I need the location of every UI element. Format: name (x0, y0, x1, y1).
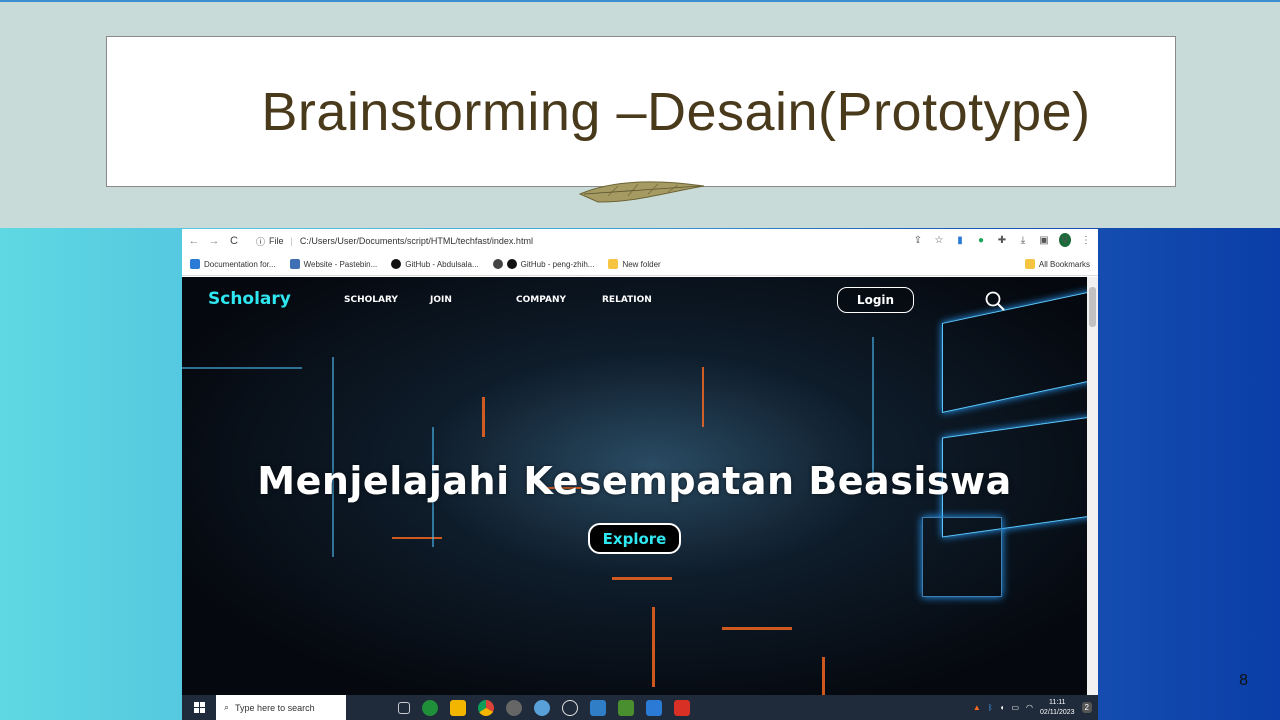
vscode-icon[interactable] (646, 699, 662, 716)
bookmark-item[interactable]: Documentation for... (190, 259, 276, 269)
extension-green-icon[interactable]: ● (975, 233, 987, 247)
light-streak (332, 357, 334, 557)
github-icon (506, 259, 517, 269)
taskbar-search[interactable]: ⌕ Type here to search (216, 695, 346, 720)
search-icon: ⌕ (224, 702, 230, 712)
bookmark-label: Documentation for... (204, 259, 276, 269)
all-bookmarks[interactable]: All Bookmarks (1024, 259, 1090, 269)
site-logo[interactable]: Scholary (208, 289, 291, 309)
light-streak (612, 577, 672, 580)
app-icon[interactable] (590, 699, 606, 716)
volume-icon[interactable]: ◖ (1000, 703, 1005, 712)
nav-link-join[interactable]: JOIN (430, 295, 516, 305)
taskbar-search-placeholder: Type here to search (235, 702, 315, 713)
forward-arrow-icon[interactable]: → (206, 235, 222, 247)
app-icon[interactable] (618, 699, 634, 716)
bookmark-label: GitHub - Abdulsala... (405, 259, 479, 269)
github-icon (391, 259, 402, 269)
holographic-panel (942, 291, 1087, 413)
clock-date: 02/11/2023 (1040, 708, 1075, 716)
feather-ornament-icon (578, 181, 705, 203)
folder-icon (608, 259, 619, 269)
clock[interactable]: 11:11 02/11/2023 (1040, 698, 1075, 718)
hero-section: Scholary SCHOLARY JOIN COMPANY RELATION … (182, 277, 1087, 695)
browser-toolbar: ← → C ⓘ File | C:/Users/User/Documents/s… (182, 229, 1098, 253)
bluetooth-icon[interactable]: ᛒ (988, 703, 993, 712)
nav-link-company[interactable]: COMPANY (516, 295, 602, 305)
windows-taskbar: ⌕ Type here to search ▲ ᛒ ◖ ▭ ◠ 11:11 02… (182, 695, 1098, 720)
browser-screenshot: ← → C ⓘ File | C:/Users/User/Documents/s… (182, 229, 1098, 720)
search-icon[interactable] (984, 290, 1006, 312)
file-explorer-icon[interactable] (450, 699, 466, 716)
folder-icon (1024, 259, 1035, 269)
bookmark-item[interactable]: Website - Pastebin... (289, 259, 378, 269)
info-icon[interactable]: ⓘ (256, 235, 265, 248)
slide-page-number: 8 (1239, 672, 1248, 689)
all-bookmarks-label: All Bookmarks (1038, 259, 1090, 269)
media-player-icon[interactable] (562, 699, 578, 716)
extension-doc-icon[interactable]: ▮ (954, 233, 966, 247)
wifi-icon[interactable]: ◠ (1026, 703, 1033, 712)
system-tray: ▲ ᛒ ◖ ▭ ◠ 11:11 02/11/2023 2 (973, 695, 1092, 720)
bookmark-label: Website - Pastebin... (303, 259, 378, 269)
profile-avatar[interactable]: V (1059, 233, 1071, 247)
scrollbar-thumb[interactable] (1089, 287, 1096, 327)
taskbar-apps (398, 699, 690, 716)
share-icon[interactable]: ⇪ (912, 233, 924, 247)
address-bar[interactable]: ⓘ File | C:/Users/User/Documents/script/… (250, 232, 539, 250)
chrome-icon[interactable] (478, 699, 494, 716)
whatsapp-icon[interactable] (422, 699, 438, 716)
sidepanel-icon[interactable]: ▣ (1038, 233, 1050, 247)
nav-link-relation[interactable]: RELATION (602, 295, 688, 305)
hero-heading: Menjelajahi Kesempatan Beasiswa (257, 459, 1012, 503)
bookmark-label: GitHub - peng-zhih... (520, 259, 595, 269)
light-streak (702, 367, 704, 427)
login-button[interactable]: Login (837, 287, 914, 313)
puzzle-icon[interactable]: ✚ (996, 233, 1008, 247)
bookmark-item[interactable]: New folder (608, 259, 661, 269)
globe-icon (492, 259, 503, 269)
light-streak (822, 657, 825, 695)
page-scrollbar[interactable] (1087, 277, 1098, 695)
slide-title: Brainstorming –Desain(Prototype) (261, 81, 1091, 142)
light-streak (652, 607, 655, 687)
browser-actions: ⇪ ☆ ▮ ● ✚ ⤓ ▣ V ⋮ (912, 233, 1092, 247)
acrobat-icon[interactable] (674, 699, 690, 716)
light-streak (182, 367, 302, 369)
nav-link-scholary[interactable]: SCHOLARY (344, 295, 430, 305)
start-button[interactable] (182, 702, 216, 713)
bookmarks-bar: Documentation for... Website - Pastebin.… (182, 253, 1098, 276)
task-view-icon[interactable] (398, 701, 410, 714)
url-separator: | (290, 236, 293, 246)
site-nav: SCHOLARY JOIN COMPANY RELATION (344, 295, 688, 305)
menu-icon[interactable]: ⋮ (1080, 233, 1092, 247)
download-icon[interactable]: ⤓ (1017, 233, 1029, 247)
bookmark-item[interactable]: GitHub - peng-zhih... (492, 259, 595, 269)
bookmark-item[interactable]: GitHub - Abdulsala... (391, 259, 479, 269)
light-streak (392, 537, 442, 539)
app-icon[interactable] (534, 699, 550, 716)
slide-title-box: Brainstorming –Desain(Prototype) (106, 36, 1176, 187)
vscode-icon (190, 259, 200, 269)
slide-header-band: Brainstorming –Desain(Prototype) (0, 0, 1280, 228)
holographic-panel (922, 517, 1002, 597)
back-arrow-icon[interactable]: ← (186, 235, 202, 247)
star-icon[interactable]: ☆ (933, 233, 945, 247)
battery-icon[interactable]: ▭ (1011, 703, 1019, 712)
bookmark-label: New folder (622, 259, 661, 269)
notification-badge[interactable]: 2 (1081, 702, 1092, 713)
reload-icon[interactable]: C (226, 235, 242, 247)
explore-button[interactable]: Explore (588, 523, 681, 554)
light-streak (722, 627, 792, 630)
url-text: C:/Users/User/Documents/script/HTML/tech… (299, 236, 533, 246)
app-icon[interactable] (506, 699, 522, 716)
light-streak (482, 397, 485, 437)
weather-icon[interactable]: ▲ (973, 703, 981, 712)
windows-logo-icon (193, 702, 205, 713)
url-scheme-label: File (269, 236, 284, 246)
pastebin-icon (289, 259, 300, 269)
clock-time: 11:11 (1049, 698, 1066, 706)
